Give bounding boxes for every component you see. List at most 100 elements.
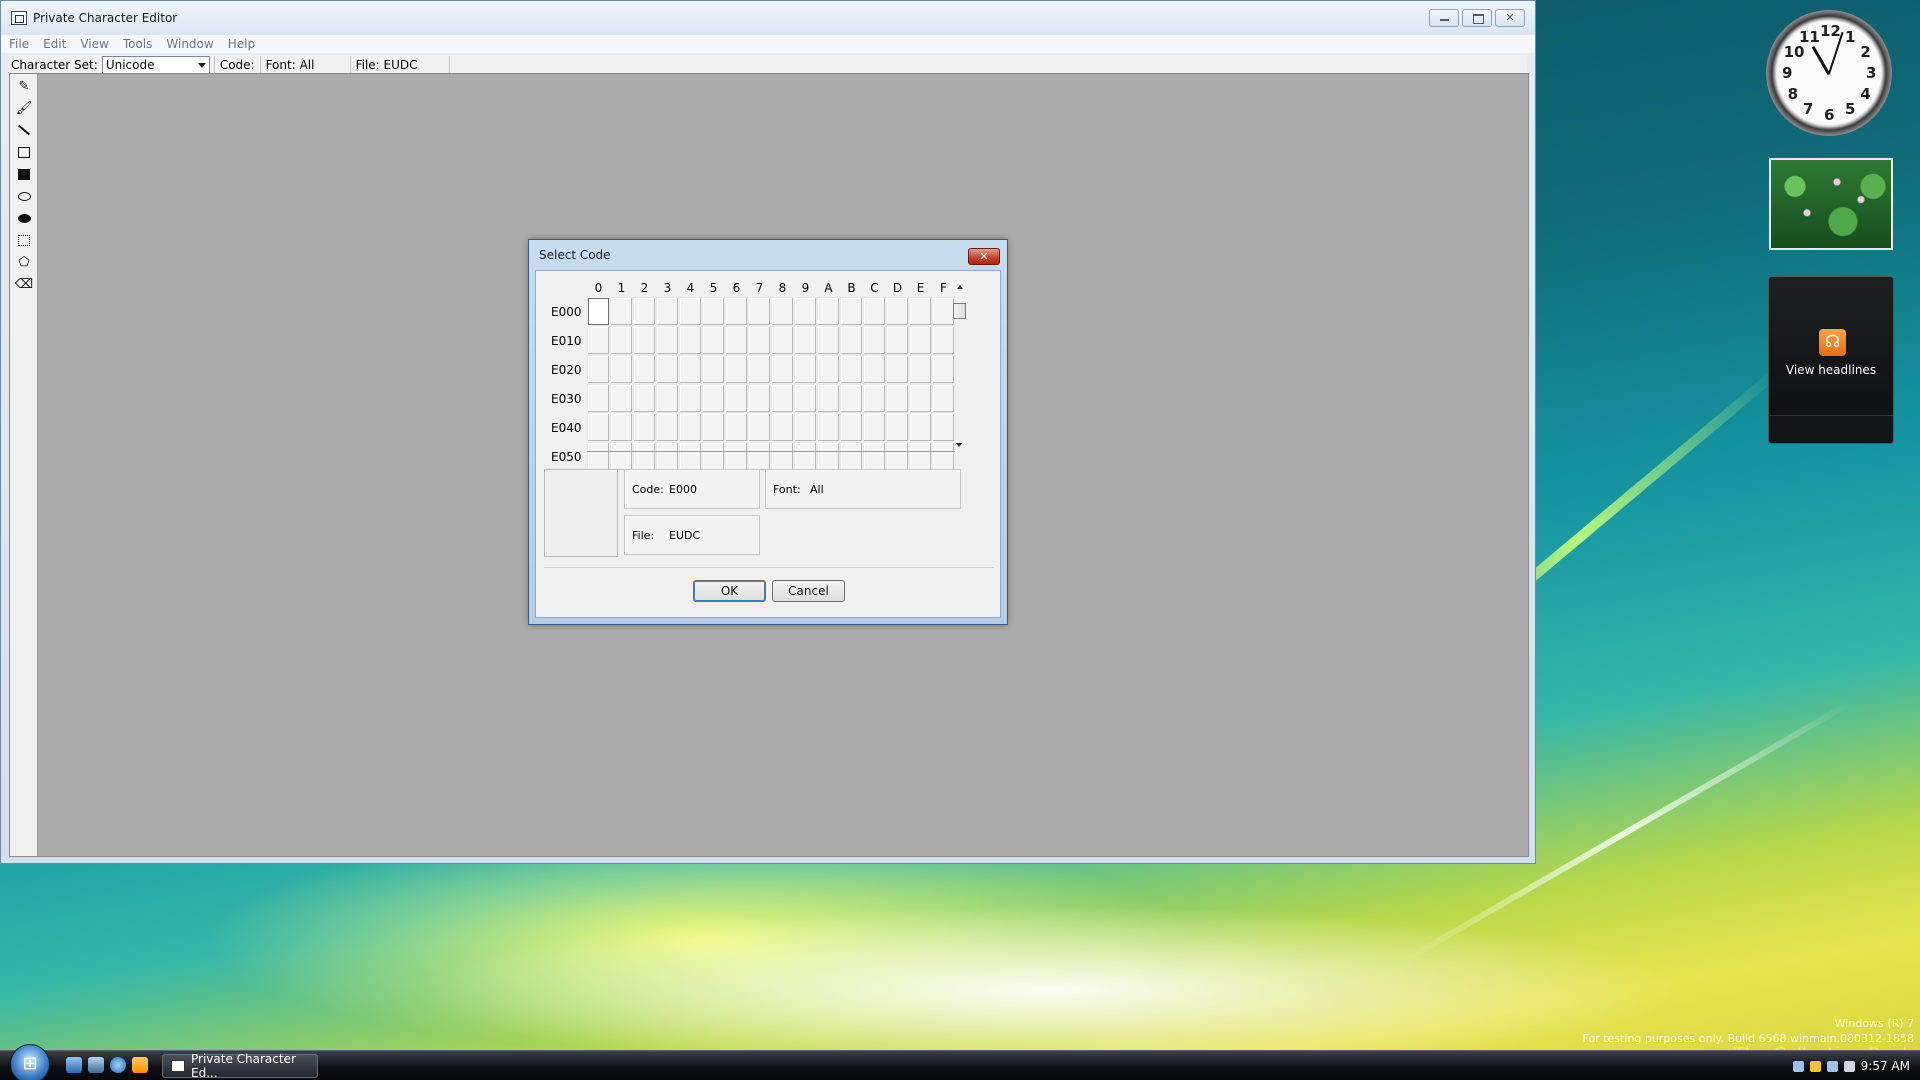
filled-ellipse-icon[interactable]: [13, 208, 35, 228]
code-cell[interactable]: [610, 326, 633, 355]
slideshow-gadget[interactable]: [1769, 158, 1893, 250]
code-cell[interactable]: [817, 355, 840, 384]
code-cell[interactable]: [702, 413, 725, 442]
code-cell[interactable]: [794, 326, 817, 355]
scroll-up-icon[interactable]: [956, 285, 963, 289]
maximize-button[interactable]: [1462, 9, 1492, 27]
code-cell[interactable]: [794, 297, 817, 326]
code-cell[interactable]: [656, 413, 679, 442]
show-desktop-icon[interactable]: [66, 1057, 82, 1073]
code-cell[interactable]: [633, 384, 656, 413]
code-cell[interactable]: [748, 413, 771, 442]
code-cell[interactable]: [794, 355, 817, 384]
code-cell[interactable]: [840, 297, 863, 326]
scroll-thumb[interactable]: [953, 303, 966, 319]
title-bar[interactable]: Private Character Editor: [1, 1, 1535, 35]
code-cell[interactable]: [656, 442, 679, 471]
menu-file[interactable]: File: [9, 37, 29, 51]
code-cell[interactable]: [679, 297, 702, 326]
start-button[interactable]: [10, 1044, 50, 1080]
code-cell[interactable]: [748, 297, 771, 326]
network-icon[interactable]: [1826, 1060, 1838, 1072]
code-cell[interactable]: [633, 355, 656, 384]
rectangular-selection-icon[interactable]: [13, 230, 35, 250]
code-cell[interactable]: [702, 355, 725, 384]
line-icon[interactable]: [13, 120, 35, 140]
code-cell[interactable]: [679, 326, 702, 355]
code-cell[interactable]: [633, 326, 656, 355]
switch-windows-icon[interactable]: [88, 1057, 104, 1073]
code-cell[interactable]: [886, 297, 909, 326]
code-cell[interactable]: [587, 297, 610, 326]
code-cell[interactable]: [633, 413, 656, 442]
code-cell[interactable]: [656, 384, 679, 413]
code-cell[interactable]: [817, 384, 840, 413]
code-cell[interactable]: [610, 413, 633, 442]
code-cell[interactable]: [909, 355, 932, 384]
code-cell[interactable]: [840, 384, 863, 413]
menu-view[interactable]: View: [80, 37, 108, 51]
code-cell[interactable]: [817, 297, 840, 326]
code-cell[interactable]: [863, 326, 886, 355]
code-cell[interactable]: [748, 442, 771, 471]
code-cell[interactable]: [725, 413, 748, 442]
grid-scrollbar[interactable]: [951, 281, 968, 451]
code-cell[interactable]: [771, 413, 794, 442]
code-cell[interactable]: [702, 442, 725, 471]
code-cell[interactable]: [725, 355, 748, 384]
code-cell[interactable]: [840, 442, 863, 471]
dialog-title-bar[interactable]: Select Code ✕: [529, 240, 1007, 270]
code-cell[interactable]: [633, 297, 656, 326]
character-set-dropdown[interactable]: Unicode: [101, 55, 210, 74]
security-shield-icon[interactable]: [1809, 1060, 1821, 1072]
code-cell[interactable]: [656, 326, 679, 355]
code-cell[interactable]: [817, 413, 840, 442]
code-cell[interactable]: [863, 413, 886, 442]
code-cell[interactable]: [748, 326, 771, 355]
code-cell[interactable]: [771, 442, 794, 471]
freeform-selection-icon[interactable]: ⬠: [13, 252, 35, 272]
feed-headlines-gadget[interactable]: ☊ View headlines: [1768, 276, 1894, 444]
code-cell[interactable]: [725, 442, 748, 471]
menu-tools[interactable]: Tools: [123, 37, 153, 51]
close-button[interactable]: [1495, 9, 1525, 27]
code-cell[interactable]: [886, 384, 909, 413]
code-cell[interactable]: [748, 384, 771, 413]
code-cell[interactable]: [679, 413, 702, 442]
code-cell[interactable]: [909, 326, 932, 355]
code-cell[interactable]: [702, 384, 725, 413]
code-cell[interactable]: [587, 442, 610, 471]
code-cell[interactable]: [863, 384, 886, 413]
code-cell[interactable]: [587, 355, 610, 384]
code-cell[interactable]: [771, 297, 794, 326]
code-cell[interactable]: [909, 442, 932, 471]
code-cell[interactable]: [610, 442, 633, 471]
volume-icon[interactable]: [1843, 1060, 1855, 1072]
code-cell[interactable]: [656, 297, 679, 326]
menu-edit[interactable]: Edit: [43, 37, 66, 51]
code-cell[interactable]: [909, 297, 932, 326]
code-cell[interactable]: [840, 355, 863, 384]
code-cell[interactable]: [702, 297, 725, 326]
filled-rectangle-icon[interactable]: [13, 164, 35, 184]
ok-button[interactable]: OK: [693, 580, 766, 602]
code-cell[interactable]: [702, 326, 725, 355]
dialog-close-button[interactable]: ✕: [968, 248, 1000, 265]
internet-explorer-icon[interactable]: [110, 1057, 126, 1073]
code-cell[interactable]: [817, 442, 840, 471]
code-cell[interactable]: [840, 413, 863, 442]
code-cell[interactable]: [771, 326, 794, 355]
code-cell[interactable]: [587, 326, 610, 355]
code-cell[interactable]: [725, 384, 748, 413]
code-cell[interactable]: [656, 355, 679, 384]
code-cell[interactable]: [771, 355, 794, 384]
minimize-button[interactable]: [1429, 9, 1459, 27]
code-cell[interactable]: [909, 413, 932, 442]
code-cell[interactable]: [748, 355, 771, 384]
code-cell[interactable]: [886, 442, 909, 471]
code-cell[interactable]: [587, 413, 610, 442]
code-cell[interactable]: [610, 297, 633, 326]
menu-window[interactable]: Window: [166, 37, 213, 51]
code-cell[interactable]: [794, 384, 817, 413]
code-cell[interactable]: [840, 326, 863, 355]
